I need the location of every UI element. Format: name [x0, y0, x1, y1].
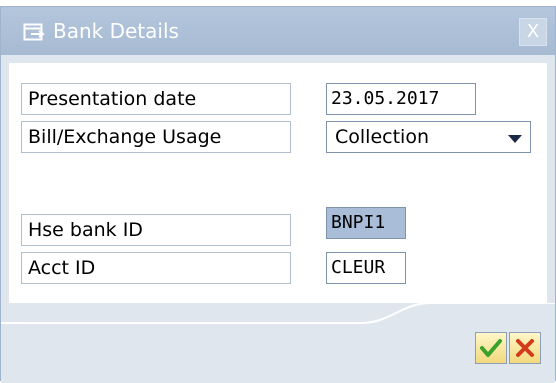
ok-button[interactable]	[475, 332, 507, 364]
hse-bank-id-input[interactable]: BNPI1	[326, 207, 406, 239]
cancel-button[interactable]	[509, 332, 541, 364]
hse-bank-id-label: Hse bank ID	[21, 214, 291, 246]
dialog-window-icon	[23, 23, 45, 41]
close-icon: X	[526, 21, 540, 42]
check-icon	[480, 339, 502, 357]
bank-details-dialog: Bank Details X Presentation date 23.05.2…	[0, 6, 556, 383]
cross-icon	[516, 339, 534, 357]
dialog-title: Bank Details	[53, 19, 179, 43]
bill-exchange-usage-dropdown[interactable]: Collection	[326, 121, 531, 153]
close-button[interactable]: X	[519, 18, 547, 46]
acct-id-input[interactable]: CLEUR	[326, 252, 406, 284]
bill-exchange-usage-value: Collection	[335, 126, 429, 148]
bill-exchange-usage-label: Bill/Exchange Usage	[21, 121, 291, 153]
chevron-down-icon[interactable]	[508, 135, 522, 143]
acct-id-label: Acct ID	[21, 252, 291, 284]
presentation-date-label: Presentation date	[21, 83, 291, 115]
presentation-date-input[interactable]: 23.05.2017	[326, 83, 476, 115]
dialog-titlebar[interactable]: Bank Details X	[1, 7, 555, 55]
footer-decoration	[1, 303, 555, 383]
